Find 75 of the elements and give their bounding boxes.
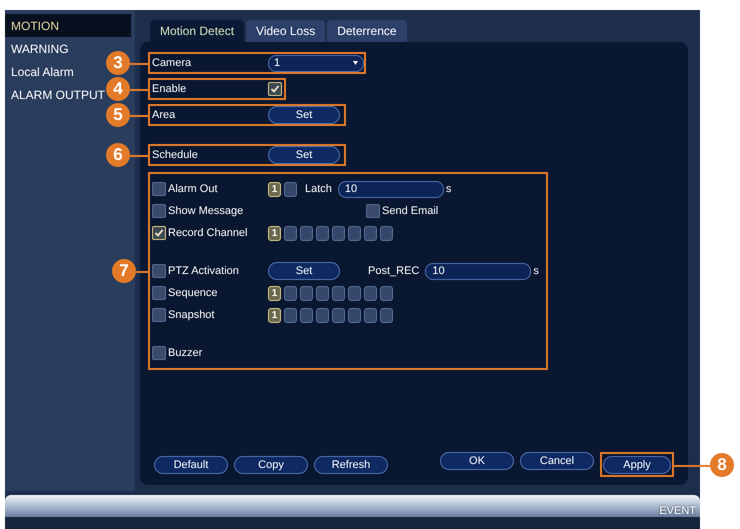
channel-toggle[interactable]: 1 <box>268 308 281 322</box>
channel-toggle[interactable] <box>300 308 313 322</box>
channel-toggle[interactable] <box>316 226 329 240</box>
caret-icon <box>353 61 358 65</box>
sidebar-item[interactable]: MOTION <box>5 14 131 37</box>
option-label: Record Channel <box>168 227 248 239</box>
channel-toggle[interactable] <box>284 182 297 196</box>
setting-label: Schedule <box>152 149 199 161</box>
channel-toggle[interactable] <box>300 226 313 240</box>
sidebar-item[interactable]: WARNING <box>5 37 69 60</box>
checkmark-icon <box>270 84 280 94</box>
channel-toggle[interactable] <box>332 286 345 300</box>
option-label: Snapshot <box>168 309 214 321</box>
step-number: 8 <box>710 452 734 476</box>
field-label: Post_REC <box>368 265 420 277</box>
enable-checkbox[interactable] <box>268 82 282 96</box>
field-label: Latch <box>305 183 332 195</box>
sidebar-item[interactable]: ALARM OUTPUT <box>5 83 106 106</box>
input-field[interactable]: 10 <box>338 180 444 198</box>
option-label: Show Message <box>168 205 244 217</box>
channel-toggle[interactable] <box>332 308 345 322</box>
tab[interactable]: Motion Detect <box>150 20 244 42</box>
checkbox[interactable] <box>152 346 166 360</box>
checkbox[interactable] <box>366 204 380 218</box>
channel-toggle[interactable] <box>380 308 393 322</box>
footer-button[interactable]: Apply <box>603 456 671 474</box>
input-field[interactable]: 10 <box>425 262 532 280</box>
channel-toggle[interactable] <box>284 308 297 322</box>
channel-toggle[interactable] <box>316 286 329 300</box>
channel-toggle[interactable] <box>380 286 393 300</box>
unit-label: s <box>446 183 452 195</box>
checkmark-icon <box>154 228 164 238</box>
option-label: PTZ Activation <box>168 265 239 277</box>
set-button[interactable]: Set <box>268 262 340 280</box>
setting-label: Enable <box>152 83 188 95</box>
channel-toggle[interactable]: 1 <box>268 226 281 240</box>
status-label: EVENT <box>659 505 696 517</box>
option-label: Send Email <box>382 205 438 217</box>
channel-toggle[interactable] <box>364 286 377 300</box>
option-label: Sequence <box>168 287 218 299</box>
camera-dropdown[interactable]: 1 <box>268 54 364 72</box>
checkbox[interactable] <box>152 226 166 240</box>
checkbox[interactable] <box>152 204 166 218</box>
channel-toggle[interactable] <box>332 226 345 240</box>
checkbox[interactable] <box>152 286 166 300</box>
channel-toggle[interactable] <box>348 286 361 300</box>
tab[interactable]: Deterrence <box>327 20 407 42</box>
tab[interactable]: Video Loss <box>246 20 326 42</box>
unit-label: s <box>533 265 539 277</box>
footer-button[interactable]: Refresh <box>314 456 388 474</box>
sidebar-item[interactable]: Local Alarm <box>5 60 74 83</box>
footer-button[interactable]: OK <box>440 452 514 470</box>
footer-button[interactable]: Default <box>154 456 228 474</box>
footer-button[interactable]: Cancel <box>520 452 594 470</box>
channel-toggle[interactable] <box>300 286 313 300</box>
channel-toggle[interactable] <box>348 308 361 322</box>
option-label: Alarm Out <box>168 183 218 195</box>
set-button[interactable]: Set <box>268 106 340 124</box>
channel-toggle[interactable]: 1 <box>268 182 281 196</box>
channel-toggle[interactable] <box>364 308 377 322</box>
channel-toggle[interactable]: 1 <box>268 286 281 300</box>
option-label: Buzzer <box>168 347 202 359</box>
channel-toggle[interactable] <box>364 226 377 240</box>
checkbox[interactable] <box>152 182 166 196</box>
set-button[interactable]: Set <box>268 146 340 164</box>
channel-toggle[interactable] <box>316 308 329 322</box>
setting-label: Camera <box>152 57 192 69</box>
setting-label: Area <box>152 109 176 121</box>
checkbox[interactable] <box>152 308 166 322</box>
channel-toggle[interactable] <box>284 226 297 240</box>
checkbox[interactable] <box>152 264 166 278</box>
channel-toggle[interactable] <box>380 226 393 240</box>
footer-button[interactable]: Copy <box>234 456 308 474</box>
channel-toggle[interactable] <box>284 286 297 300</box>
channel-toggle[interactable] <box>348 226 361 240</box>
